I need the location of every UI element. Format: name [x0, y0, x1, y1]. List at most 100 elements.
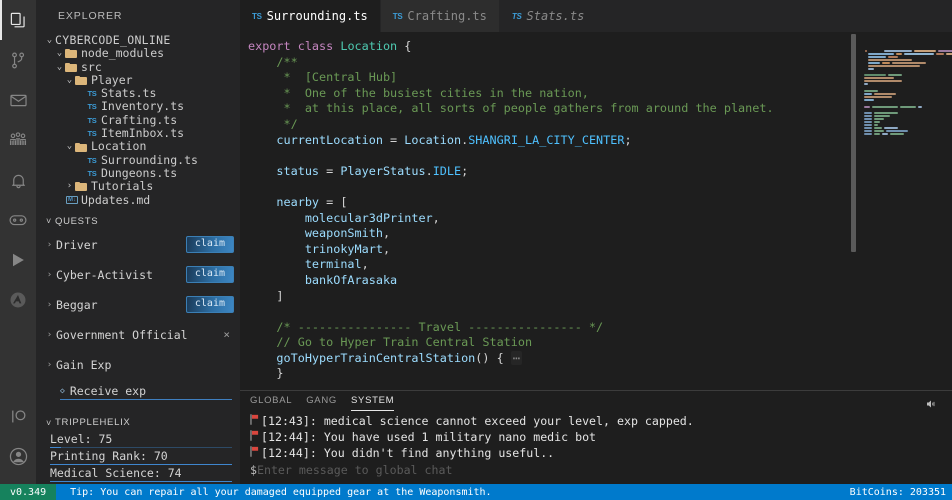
status-tip: Tip: You can repair all your damaged equ… — [56, 487, 491, 498]
tree-item-node-modules[interactable]: ⌄node_modules — [36, 47, 240, 60]
editor-area[interactable]: export class Location { /** * [Central H… — [240, 32, 952, 390]
minimap-line — [888, 56, 898, 58]
tree-item-location[interactable]: ⌄Location — [36, 140, 240, 153]
tree-item-updates-md[interactable]: M↓Updates.md — [36, 194, 240, 207]
status-bitcoins: BitCoins: 203351 — [850, 487, 952, 498]
quest-row-driver[interactable]: ›Driverclaim — [36, 230, 240, 260]
minimap-line — [900, 106, 916, 108]
quest-name: Cyber-Activist — [56, 268, 186, 282]
stat-row: Medical Science: 74 — [36, 465, 240, 482]
close-icon[interactable]: × — [223, 328, 234, 341]
tree-item-src[interactable]: ⌄src — [36, 61, 240, 74]
tree-item-dungeons-ts[interactable]: TSDungeons.ts — [36, 167, 240, 180]
quest-subitem-receive-exp[interactable]: ◇ Receive exp — [36, 380, 240, 402]
minimap[interactable] — [846, 32, 952, 390]
chevron-down-icon: ⌄ — [54, 47, 65, 60]
stat-label: Printing Rank: 70 — [50, 449, 168, 463]
minimap-line — [864, 121, 872, 123]
speaker-icon[interactable] — [924, 395, 938, 414]
quests-section-header[interactable]: ˅ QUESTS — [36, 213, 240, 230]
file-tree: ⌄CYBERCODE_ONLINE⌄node_modules⌄src⌄Playe… — [36, 32, 240, 207]
chat-input-row[interactable]: $ Enter message to global chat — [240, 462, 952, 478]
minimap-line — [874, 93, 896, 95]
tab-surrounding-ts[interactable]: TSSurrounding.ts — [240, 0, 381, 32]
quest-row-beggar[interactable]: ›Beggarclaim — [36, 290, 240, 320]
chat-input[interactable]: Enter message to global chat — [257, 462, 452, 478]
quest-row-gain-exp[interactable]: ›Gain Exp — [36, 350, 240, 380]
chat-tabs: GLOBAL GANG SYSTEM — [240, 391, 952, 413]
code-token: * at this place, all sorts of people gat… — [248, 101, 774, 115]
status-version[interactable]: v0.349 — [0, 484, 56, 500]
claim-button[interactable]: claim — [186, 296, 234, 313]
minimap-line — [864, 77, 894, 79]
run-play-icon[interactable] — [0, 240, 36, 280]
folder-icon — [75, 182, 88, 191]
patreon-icon[interactable] — [0, 396, 36, 436]
tree-item-surrounding-ts[interactable]: TSSurrounding.ts — [36, 154, 240, 167]
quest-name: Driver — [56, 238, 186, 252]
chat-tab-system[interactable]: SYSTEM — [351, 395, 394, 409]
tab-stats-ts[interactable]: TSStats.ts — [500, 0, 596, 32]
code-token: } — [248, 366, 284, 380]
account-icon[interactable] — [0, 436, 36, 476]
editor-column: TSSurrounding.tsTSCrafting.tsTSStats.ts … — [240, 0, 952, 484]
achievements-icon[interactable] — [0, 280, 36, 320]
source-control-icon[interactable] — [0, 40, 36, 80]
minimap-line — [865, 50, 867, 52]
stats-section-header[interactable]: ˅ TRIPPLEHELIX — [36, 414, 240, 431]
minimap-line — [914, 50, 936, 52]
mail-icon[interactable] — [0, 80, 36, 120]
quest-row-government-official[interactable]: ›Government Official× — [36, 320, 240, 350]
code-token: . — [426, 164, 433, 178]
quest-subitem-underline — [60, 399, 232, 400]
claim-button[interactable]: claim — [186, 266, 234, 283]
chevron-down-icon: ˅ — [43, 216, 55, 226]
sidebar-title: EXPLORER — [36, 0, 240, 32]
minimap-line — [868, 65, 920, 67]
chat-tab-global[interactable]: GLOBAL — [250, 395, 292, 409]
tab-crafting-ts[interactable]: TSCrafting.ts — [381, 0, 500, 32]
typescript-file-icon: TS — [85, 87, 99, 100]
typescript-file-icon: TS — [85, 127, 99, 140]
minimap-line — [938, 50, 952, 52]
tree-item-stats-ts[interactable]: TSStats.ts — [36, 87, 240, 100]
code-token: ] — [248, 289, 284, 303]
minimap-line — [872, 106, 898, 108]
minimap-line — [868, 53, 894, 55]
tree-item-inventory-ts[interactable]: TSInventory.ts — [36, 100, 240, 113]
bell-icon[interactable] — [0, 160, 36, 200]
code-token: terminal — [248, 257, 362, 271]
code-token: goToHyperTrainCentralStation — [248, 351, 475, 365]
explorer-icon[interactable] — [0, 0, 36, 40]
minimap-line — [874, 124, 878, 126]
minimap-line — [864, 112, 872, 114]
quest-row-cyber-activist[interactable]: ›Cyber-Activistclaim — [36, 260, 240, 290]
tree-item-player[interactable]: ⌄Player — [36, 74, 240, 87]
minimap-line — [864, 80, 902, 82]
chevron-right-icon: › — [43, 240, 56, 250]
tree-item-tutorials[interactable]: ›Tutorials — [36, 180, 240, 193]
folder-icon — [75, 143, 88, 152]
minimap-line — [874, 121, 880, 123]
quest-subitem-label: Receive exp — [70, 384, 146, 398]
tree-item-label: Player — [91, 74, 133, 87]
code-token: = [ — [319, 195, 347, 209]
code-token: /** — [248, 55, 298, 69]
claim-button[interactable]: claim — [186, 236, 234, 253]
stats-list: Level: 75 Printing Rank: 70 Medical Scienc… — [36, 431, 240, 484]
typescript-file-icon: TS — [512, 12, 522, 21]
stat-label: Level: 75 — [50, 432, 112, 446]
tree-item-cybercode-online[interactable]: ⌄CYBERCODE_ONLINE — [36, 34, 240, 47]
chat-message-text: [12:44]: You didn't find anything useful… — [261, 445, 554, 461]
quests-list: ›Driverclaim›Cyber-Activistclaim›Beggarc… — [36, 230, 240, 380]
code-token: */ — [248, 117, 298, 131]
minimap-line — [874, 118, 884, 120]
minimap-line — [864, 90, 878, 92]
people-icon[interactable] — [0, 120, 36, 160]
gamepad-icon[interactable] — [0, 200, 36, 240]
code-token: nearby — [248, 195, 319, 209]
tree-item-iteminbox-ts[interactable]: TSItemInbox.ts — [36, 127, 240, 140]
chat-tab-gang[interactable]: GANG — [306, 395, 337, 409]
minimap-slider[interactable] — [851, 34, 856, 252]
tree-item-crafting-ts[interactable]: TSCrafting.ts — [36, 114, 240, 127]
